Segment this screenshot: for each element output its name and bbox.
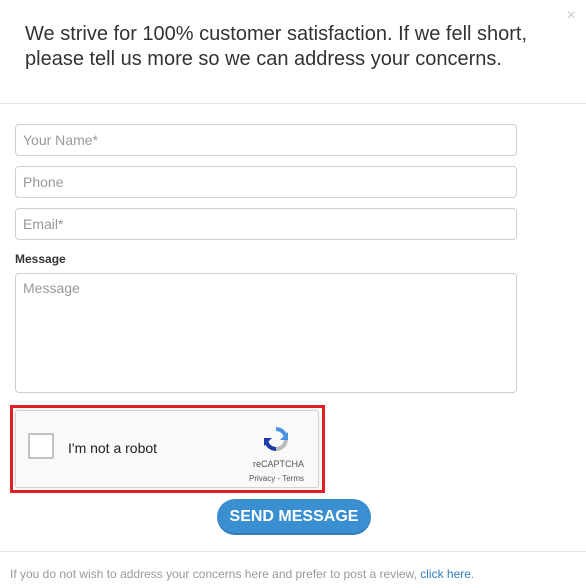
phone-field[interactable] bbox=[15, 166, 517, 198]
message-field[interactable] bbox=[15, 273, 517, 393]
modal-heading: We strive for 100% customer satisfaction… bbox=[25, 23, 528, 70]
recaptcha-links: Privacy - Terms bbox=[249, 474, 304, 483]
recaptcha-privacy-link[interactable]: Privacy bbox=[249, 474, 275, 483]
feedback-modal: × We strive for 100% customer satisfacti… bbox=[0, 0, 586, 588]
recaptcha-widget: I'm not a robot reCAPTCHA Privacy - Term… bbox=[15, 410, 319, 488]
send-message-button[interactable]: SEND MESSAGE bbox=[217, 499, 371, 535]
email-field[interactable] bbox=[15, 208, 517, 240]
recaptcha-label: I'm not a robot bbox=[68, 440, 158, 456]
footer-trailing: . bbox=[470, 567, 475, 581]
header-divider bbox=[0, 103, 586, 104]
footer-divider bbox=[0, 551, 586, 552]
recaptcha-checkbox[interactable] bbox=[28, 433, 54, 459]
recaptcha-logo-icon bbox=[264, 427, 288, 451]
message-label: Message bbox=[15, 252, 66, 266]
review-link[interactable]: click here bbox=[420, 567, 471, 581]
recaptcha-terms-link[interactable]: Terms bbox=[282, 474, 304, 483]
close-icon[interactable]: × bbox=[567, 6, 576, 26]
name-field[interactable] bbox=[15, 124, 517, 156]
footer-note: If you do not wish to address your conce… bbox=[10, 567, 474, 581]
recaptcha-brand: reCAPTCHA bbox=[252, 459, 304, 469]
footer-text: If you do not wish to address your conce… bbox=[10, 567, 421, 581]
